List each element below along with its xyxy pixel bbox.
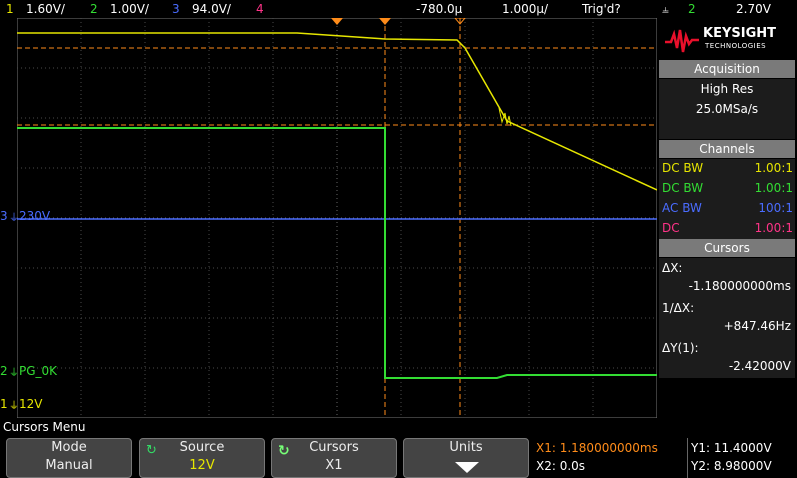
side-panel: KEYSIGHT TECHNOLOGIES Acquisition High R… [657,18,797,418]
trigger-slope-icon: ⫨ [662,2,669,16]
source-label: Source [179,440,225,455]
keysight-logo: KEYSIGHT TECHNOLOGIES [657,18,797,58]
ch1-probe: 1.00:1 [754,161,793,175]
time-offset[interactable]: -780.0µ [416,0,462,18]
ch3-trace-label: 230V [19,209,51,223]
trigger-level[interactable]: 2.70V [736,0,771,18]
ch3-marker-num: 3 [0,209,8,223]
ch4-number[interactable]: 4 [256,0,264,18]
channel-row-3[interactable]: AC BW 100:1 [659,199,795,218]
ground-icon: ⏚ [9,368,19,379]
ch1-trace-label: 12V [19,397,43,411]
acquisition-mode: High Res [700,82,754,96]
acquisition-body[interactable]: High Res 25.0MSa/s [659,79,795,139]
ch2-scale[interactable]: 1.00V/ [110,0,149,18]
mode-label: Mode [51,440,87,455]
menu-title: Cursors Menu [0,418,797,436]
ch1-coupling: DC BW [662,161,704,175]
channels-body[interactable]: DC BW 1.00:1 DC BW 1.00:1 AC BW 100:1 DC… [659,159,795,239]
acquisition-rate: 25.0MSa/s [695,102,759,116]
x2-readout: X2: 0.0s [536,459,586,473]
ch3-coupling: AC BW [662,201,702,215]
cursors-body[interactable]: ΔX: -1.180000000ms 1/ΔX: +847.46Hz ΔY(1)… [659,258,795,378]
readout-divider [687,438,688,478]
ch2-coupling: DC BW [662,181,704,195]
ch2-trace-label: PG_0K [19,364,58,378]
units-label: Units [449,440,483,455]
ch3-probe: 100:1 [758,201,793,215]
ground-icon: ⏚ [9,401,19,412]
ch3-scale[interactable]: 94.0V/ [192,0,231,18]
ch4-coupling: DC [662,221,680,235]
ch4-probe: 1.00:1 [754,221,793,235]
logo-sub: TECHNOLOGIES [705,42,767,50]
keysight-wave-icon [665,29,699,53]
cursors-softkey[interactable]: ↻ Cursors X1 [271,438,397,478]
acquisition-title: Acquisition [659,60,795,78]
cursors-label: Cursors [309,440,359,455]
units-softkey[interactable]: Units [403,438,529,478]
mode-value: Manual [45,458,93,473]
ground-icon: ⏚ [9,213,19,224]
ch3-ground-marker[interactable]: 3 ⏚ 230V [0,209,50,224]
ch2-probe: 1.00:1 [754,181,793,195]
dy-label: ΔY(1): [662,341,699,355]
trigger-source[interactable]: 2 [688,0,696,18]
ch1-scale[interactable]: 1.60V/ [26,0,65,18]
cursor-readout: X1: 1.180000000ms X2: 0.0s Y1: 11.4000V … [533,438,797,478]
menu-title-text: Cursors Menu [3,420,86,434]
graticule [16,17,658,419]
channel-row-2[interactable]: DC BW 1.00:1 [659,179,795,198]
source-softkey[interactable]: ↻ Source 12V [139,438,265,478]
cursors-title: Cursors [659,239,795,257]
status-bar: 1 1.60V/ 2 1.00V/ 3 94.0V/ 4 -780.0µ 1.0… [0,0,797,18]
ch2-number[interactable]: 2 [90,0,98,18]
x1-readout: X1: 1.180000000ms [536,441,658,455]
ch1-marker-num: 1 [0,397,8,411]
ch2-ground-marker[interactable]: 2 ⏚ PG_0K [0,364,57,379]
time-scale[interactable]: 1.000µ/ [502,0,548,18]
dx-value: -1.180000000ms [688,279,791,293]
y1-readout: Y1: 11.4000V [691,441,772,455]
logo-brand: KEYSIGHT [703,26,776,41]
ch3-number[interactable]: 3 [172,0,180,18]
ch1-number[interactable]: 1 [6,0,14,18]
dy-value: -2.42000V [728,359,791,373]
y2-readout: Y2: 8.98000V [691,459,772,473]
source-value: 12V [189,458,215,473]
waveform-display[interactable] [16,17,658,419]
mode-softkey[interactable]: Mode Manual [6,438,132,478]
channel-row-4[interactable]: DC 1.00:1 [659,219,795,238]
submenu-arrow-icon [455,462,479,473]
channel-row-1[interactable]: DC BW 1.00:1 [659,159,795,178]
ch1-ground-marker[interactable]: 1 ⏚ 12V [0,397,42,412]
ch2-marker-num: 2 [0,364,8,378]
inv-dx-label: 1/ΔX: [662,301,695,315]
channels-title: Channels [659,140,795,158]
dx-label: ΔX: [662,261,683,275]
cursors-value: X1 [325,458,343,473]
inv-dx-value: +847.46Hz [723,319,791,333]
trigger-status: Trig'd? [582,2,621,16]
